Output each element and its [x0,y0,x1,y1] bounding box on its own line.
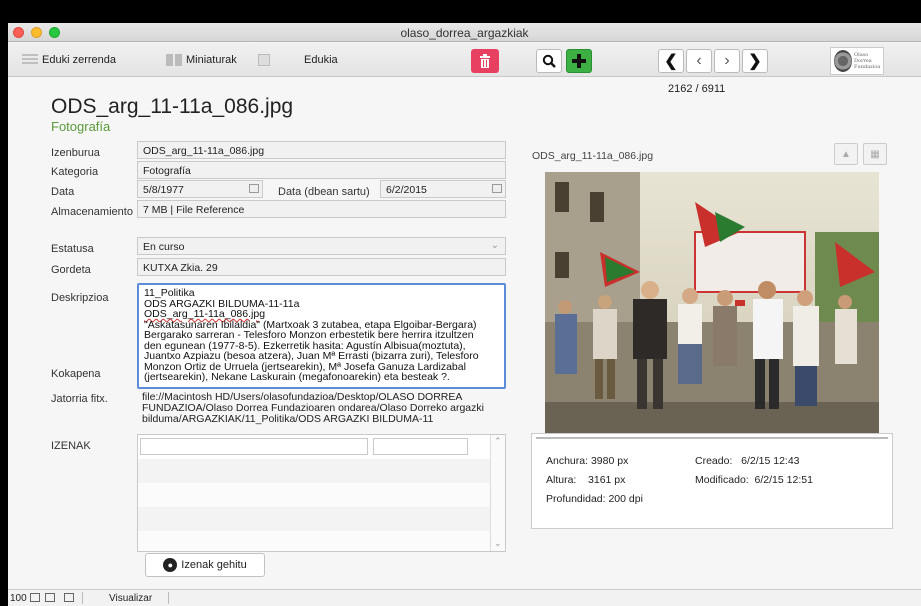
next-record-button[interactable]: › [714,49,740,73]
last-record-button[interactable]: ❯ [742,49,768,73]
chevron-right-bold-icon: ❯ [748,53,762,70]
trash-icon: ▦ [870,148,880,160]
izenak-portal: ⌃ ⌄ [137,434,506,552]
data-sartu-label: Data (dbean sartu) [278,186,370,198]
tab-thumbnails-label: Miniaturak [186,54,237,66]
zoom-level[interactable]: 100 [10,593,27,604]
calendar-icon[interactable] [249,184,259,193]
data-label: Data [51,186,75,198]
grid-icon [166,54,182,66]
list-item[interactable] [138,507,490,531]
altura-value: 3161 px [588,474,626,486]
toolbar-toggle-icon[interactable] [64,593,74,602]
export-icon: ▲ [841,148,851,160]
altura-label: Altura: [546,474,577,486]
add-names-button[interactable]: ● Izenak gehitu [145,553,265,577]
app-window: olaso_dorrea_argazkiak Eduki zerrenda Mi… [8,23,921,606]
izenak-role-input[interactable] [373,438,468,455]
deskripzioa-label: Deskripzioa [51,292,109,304]
toolbar: Eduki zerrenda Miniaturak Edukia ❮ ‹ › ❯… [8,43,921,77]
record-counter: 2162 / 6911 [668,83,726,95]
jatorria-label: Jatorria fitx. [51,393,108,405]
izenak-scrollbar[interactable]: ⌃ ⌄ [490,435,505,551]
estatusa-label: Estatusa [51,243,94,255]
anchura-label: Anchura: [546,455,589,467]
zoom-in-icon[interactable] [45,593,55,602]
trash-icon [480,54,490,68]
modificado-label: Modificado: [695,474,749,486]
photo-image [545,172,879,434]
image-metadata-panel: Anchura: 3980 px Altura: 3161 px Profund… [531,433,893,529]
modificado-value: 6/2/15 12:51 [754,474,813,486]
page-subtitle: Fotografía [51,119,111,134]
title-bar: olaso_dorrea_argazkiak [8,23,921,42]
gordeta-label: Gordeta [51,264,91,276]
izenak-label: IZENAK [51,440,91,452]
list-item[interactable] [138,483,490,507]
plus-icon [572,54,586,68]
mode-indicator[interactable]: Visualizar [109,593,152,604]
list-item[interactable] [138,531,490,551]
data-field[interactable]: 5/8/1977 [137,180,263,198]
almacenamiento-field: 7 MB | File Reference [137,200,506,218]
kategoria-field[interactable]: Fotografía [137,161,506,179]
page-title: ODS_arg_11-11a_086.jpg [51,95,294,118]
scroll-up-icon[interactable]: ⌃ [494,436,502,447]
export-button[interactable]: ▲ [834,143,858,165]
calendar-icon[interactable] [492,184,502,193]
foundation-logo: Olaso Dorrea Fundazioa [830,47,884,75]
creado-value: 6/2/15 12:43 [741,455,800,467]
izenak-name-input[interactable] [140,438,368,455]
seal-icon [834,50,852,72]
person-icon: ● [163,558,178,572]
zoom-out-icon[interactable] [30,593,40,602]
scroll-down-icon[interactable]: ⌄ [494,538,502,549]
tab-content[interactable]: Edukia [258,48,338,72]
gordeta-field[interactable]: KUTXA Zkia. 29 [137,258,506,276]
search-icon [542,54,556,68]
photo-preview[interactable] [545,172,879,434]
first-record-button[interactable]: ❮ [658,49,684,73]
estatusa-select[interactable]: En curso ⌄ [137,237,506,255]
status-bar: 100 Visualizar [8,589,921,606]
document-icon [258,54,270,66]
chevron-right-icon: › [724,52,730,69]
chevron-left-bold-icon: ❮ [664,53,678,70]
list-icon [22,54,38,66]
chevron-left-icon: ‹ [696,52,702,69]
data-sartu-field[interactable]: 6/2/2015 [380,180,506,198]
kategoria-label: Kategoria [51,166,99,178]
window-title: olaso_dorrea_argazkiak [400,26,529,40]
almacenamiento-label: Almacenamiento [51,206,133,218]
image-caption: ODS_arg_11-11a_086.jpg [532,150,654,162]
izenburua-label: Izenburua [51,147,100,159]
add-names-label: Izenak gehitu [181,559,247,571]
deskripzioa-textarea[interactable]: 11_Politika ODS ARGAZKI BILDUMA-11-11a O… [137,283,506,389]
list-item[interactable] [138,459,490,483]
tab-content-list[interactable]: Eduki zerrenda [22,48,116,72]
creado-label: Creado: [695,455,733,467]
tab-thumbnails[interactable]: Miniaturak [166,48,237,72]
tab-content-label: Edukia [304,54,338,66]
anchura-value: 3980 px [590,455,629,467]
profundidad-value: Profundidad: 200 dpi [546,493,643,505]
izenburua-field[interactable]: ODS_arg_11-11a_086.jpg [137,141,506,159]
kokapena-label: Kokapena [51,368,101,380]
tab-content-list-label: Eduki zerrenda [42,54,116,66]
chevron-down-icon: ⌄ [490,240,499,251]
add-record-button[interactable] [566,49,592,73]
previous-record-button[interactable]: ‹ [686,49,712,73]
delete-button[interactable] [471,49,499,73]
image-delete-button[interactable]: ▦ [863,143,887,165]
jatorria-field: file://Macintosh HD/Users/olasofundazioa… [137,390,506,426]
search-button[interactable] [536,49,562,73]
